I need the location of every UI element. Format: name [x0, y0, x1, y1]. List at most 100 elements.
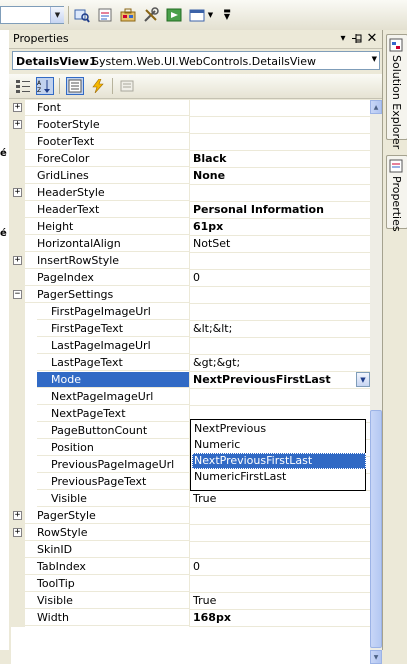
properties-icon[interactable]	[97, 7, 113, 23]
property-value[interactable]	[193, 134, 369, 150]
tools-icon[interactable]	[143, 7, 159, 23]
mode-dropdown-list[interactable]: NextPrevious Numeric NextPreviousFirstLast…	[190, 419, 366, 491]
chevron-down-icon[interactable]: ▼	[206, 7, 215, 23]
property-row-pageindex[interactable]: PageIndex 0	[11, 270, 370, 287]
property-name: FirstPageText	[37, 321, 189, 337]
property-row-pagersettings[interactable]: − PagerSettings	[11, 287, 370, 304]
dropdown-option[interactable]: NumericFirstLast	[192, 469, 366, 485]
property-row-insertrowstyle[interactable]: + InsertRowStyle	[11, 253, 370, 270]
categorized-icon[interactable]	[14, 77, 32, 95]
indent-spacer	[25, 474, 37, 491]
property-value[interactable]: Personal Information	[193, 202, 369, 218]
property-value[interactable]	[193, 576, 369, 592]
chevron-down-icon[interactable]: ▼	[356, 372, 370, 387]
property-row-tooltip[interactable]: ToolTip	[11, 576, 370, 593]
property-value[interactable]: 168px	[193, 610, 369, 626]
property-row-headertext[interactable]: HeaderText Personal Information	[11, 202, 370, 219]
property-name: PagerStyle	[25, 508, 189, 524]
properties-window: Properties ▾ ✕ DetailsView1 System.Web.U…	[9, 30, 383, 664]
expand-icon[interactable]: +	[13, 528, 22, 537]
property-row-rowstyle[interactable]: + RowStyle	[11, 525, 370, 542]
toolbox-icon[interactable]	[120, 7, 136, 23]
property-pages-icon[interactable]	[118, 77, 136, 95]
property-row-visible[interactable]: Visible True	[11, 491, 370, 508]
property-value[interactable]	[193, 304, 369, 320]
alphabetical-icon[interactable]: AZ	[36, 77, 54, 95]
property-row-font[interactable]: + Font	[11, 100, 370, 117]
tab-properties[interactable]: Properties	[386, 155, 407, 232]
property-value[interactable]	[193, 100, 369, 116]
property-value[interactable]	[193, 253, 369, 269]
scroll-down-icon[interactable]: ▼	[370, 650, 382, 664]
window-title: Properties	[13, 32, 69, 45]
column-separator	[189, 338, 190, 355]
property-row-footertext[interactable]: FooterText	[11, 134, 370, 151]
events-icon[interactable]	[89, 77, 107, 95]
property-value[interactable]: 0	[193, 270, 369, 286]
property-row-lastpageimageurl[interactable]: LastPageImageUrl	[11, 338, 370, 355]
property-row-pagerstyle[interactable]: + PagerStyle	[11, 508, 370, 525]
property-value[interactable]	[193, 525, 369, 541]
row-gutter	[11, 610, 25, 627]
property-value[interactable]: &lt;&lt;	[193, 321, 369, 337]
property-value[interactable]: True	[193, 491, 369, 507]
property-value[interactable]: True	[193, 593, 369, 609]
property-row-visible[interactable]: Visible True	[11, 593, 370, 610]
expand-icon[interactable]: +	[13, 103, 22, 112]
property-value[interactable]: NextPreviousFirstLast	[193, 372, 369, 388]
property-value[interactable]: Black	[193, 151, 369, 167]
property-value[interactable]	[193, 185, 369, 201]
overflow-icon[interactable]: ▬ ▼	[222, 7, 232, 23]
expand-icon[interactable]: +	[13, 256, 22, 265]
property-row-tabindex[interactable]: TabIndex 0	[11, 559, 370, 576]
property-value[interactable]: &gt;&gt;	[193, 355, 369, 371]
property-row-firstpageimageurl[interactable]: FirstPageImageUrl	[11, 304, 370, 321]
run-icon[interactable]	[166, 7, 182, 23]
chevron-down-icon[interactable]: ▼	[50, 7, 64, 23]
property-value[interactable]	[193, 117, 369, 133]
property-row-lastpagetext[interactable]: LastPageText &gt;&gt;	[11, 355, 370, 372]
property-value[interactable]: NotSet	[193, 236, 369, 252]
properties-icon[interactable]	[66, 77, 84, 95]
property-row-mode[interactable]: Mode NextPreviousFirstLast ▼	[11, 372, 370, 389]
property-row-firstpagetext[interactable]: FirstPageText &lt;&lt;	[11, 321, 370, 338]
column-separator	[189, 559, 190, 576]
property-value[interactable]: 61px	[193, 219, 369, 235]
scroll-up-icon[interactable]: ▲	[370, 100, 382, 114]
scroll-thumb[interactable]	[370, 410, 382, 648]
find-icon[interactable]	[74, 7, 90, 23]
property-row-height[interactable]: Height 61px	[11, 219, 370, 236]
object-selector[interactable]: DetailsView1 System.Web.UI.WebControls.D…	[12, 51, 380, 70]
expand-icon[interactable]: +	[13, 511, 22, 520]
property-row-gridlines[interactable]: GridLines None	[11, 168, 370, 185]
expand-icon[interactable]: +	[13, 120, 22, 129]
property-row-skinid[interactable]: SkinID	[11, 542, 370, 559]
row-gutter	[11, 423, 25, 440]
property-value[interactable]	[193, 287, 369, 303]
property-row-forecolor[interactable]: ForeColor Black	[11, 151, 370, 168]
collapse-icon[interactable]: −	[13, 290, 22, 299]
close-icon[interactable]: ✕	[365, 31, 379, 46]
property-value[interactable]	[193, 508, 369, 524]
property-row-nextpageimageurl[interactable]: NextPageImageUrl	[11, 389, 370, 406]
property-value[interactable]: None	[193, 168, 369, 184]
window-icon[interactable]	[189, 7, 205, 23]
dropdown-option[interactable]: Numeric	[192, 437, 366, 453]
chevron-down-icon[interactable]: ▼	[372, 55, 377, 63]
tab-solution-explorer[interactable]: Solution Explorer	[386, 34, 407, 149]
expand-icon[interactable]: +	[13, 188, 22, 197]
property-value[interactable]: 0	[193, 559, 369, 575]
property-row-footerstyle[interactable]: + FooterStyle	[11, 117, 370, 134]
dropdown-option[interactable]: NextPrevious	[192, 421, 366, 437]
property-row-width[interactable]: Width 168px	[11, 610, 370, 627]
vertical-scrollbar[interactable]: ▲ ▼	[370, 100, 382, 664]
property-row-headerstyle[interactable]: + HeaderStyle	[11, 185, 370, 202]
dropdown-icon[interactable]: ▾	[336, 31, 350, 46]
property-value[interactable]	[193, 338, 369, 354]
property-value[interactable]	[193, 389, 369, 405]
property-row-horizontalalign[interactable]: HorizontalAlign NotSet	[11, 236, 370, 253]
dropdown-option[interactable]: NextPreviousFirstLast	[192, 453, 366, 469]
column-separator	[189, 117, 190, 134]
pin-icon[interactable]	[350, 31, 364, 46]
property-value[interactable]	[193, 542, 369, 558]
